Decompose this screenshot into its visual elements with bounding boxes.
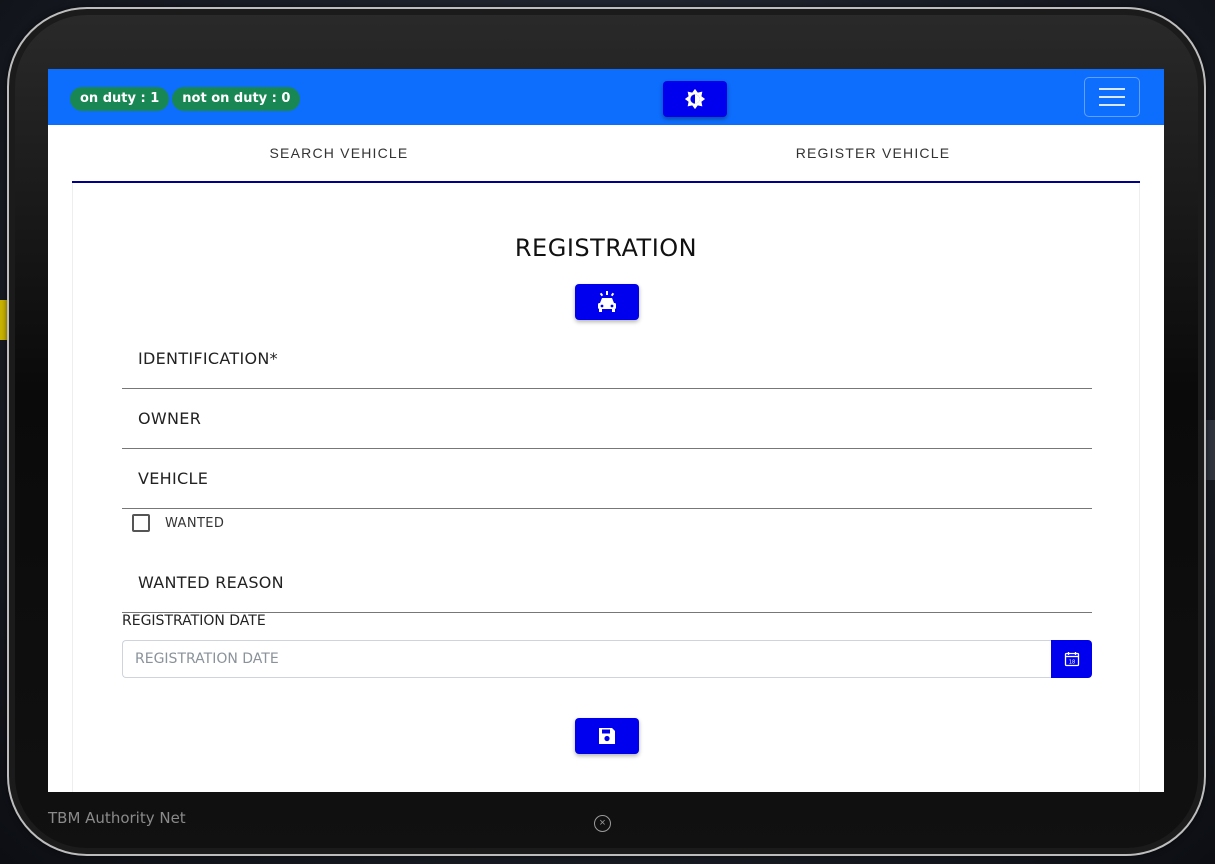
- identification-field[interactable]: IDENTIFICATION*: [122, 329, 1092, 389]
- wanted-label: WANTED: [165, 515, 225, 531]
- registration-date-group: REGISTRATION DATE 18: [122, 640, 1092, 678]
- hamburger-icon: [1099, 104, 1125, 106]
- save-button[interactable]: [575, 718, 639, 754]
- save-icon: [599, 728, 615, 744]
- registration-date-label: REGISTRATION DATE: [122, 613, 266, 629]
- vehicle-field[interactable]: VEHICLE: [122, 449, 1092, 509]
- not-on-duty-badge: not on duty : 0: [172, 87, 301, 111]
- police-car-icon: [598, 291, 616, 312]
- wanted-reason-input[interactable]: WANTED REASON: [138, 553, 1076, 612]
- close-circle-icon[interactable]: ×: [594, 815, 611, 832]
- vehicle-input[interactable]: VEHICLE: [138, 449, 1076, 508]
- vehicle-tabs: SEARCH VEHICLE REGISTER VEHICLE: [72, 125, 1140, 183]
- svg-text:18: 18: [1068, 660, 1074, 666]
- registration-date-input[interactable]: REGISTRATION DATE: [122, 640, 1051, 678]
- top-navbar: on duty : 1 not on duty : 0: [48, 69, 1164, 125]
- registration-card: REGISTRATION IDENTIFICATION* OWNER VEHIC…: [72, 183, 1140, 792]
- owner-field[interactable]: OWNER: [122, 389, 1092, 449]
- calendar-icon: 18: [1064, 652, 1079, 667]
- identification-input[interactable]: IDENTIFICATION*: [138, 329, 1076, 388]
- background-decor: [1206, 420, 1215, 480]
- on-duty-badge: on duty : 1: [70, 87, 170, 111]
- app-screen: on duty : 1 not on duty : 0 SEARCH VEHIC…: [48, 69, 1164, 792]
- menu-toggle-button[interactable]: [1084, 77, 1140, 117]
- duty-status: on duty : 1 not on duty : 0: [70, 87, 301, 111]
- brightness-icon: [684, 88, 706, 110]
- owner-input[interactable]: OWNER: [138, 389, 1076, 448]
- wanted-checkbox-row: WANTED: [132, 514, 224, 532]
- tab-search-vehicle[interactable]: SEARCH VEHICLE: [72, 125, 606, 181]
- wanted-reason-field[interactable]: WANTED REASON: [122, 553, 1092, 613]
- hamburger-icon: [1099, 96, 1125, 98]
- page-title: REGISTRATION: [514, 234, 698, 262]
- hamburger-icon: [1099, 88, 1125, 90]
- calendar-button[interactable]: 18: [1051, 640, 1092, 678]
- theme-toggle-button[interactable]: [663, 81, 727, 117]
- tab-register-vehicle[interactable]: REGISTER VEHICLE: [606, 125, 1140, 181]
- vehicle-icon-button[interactable]: [575, 284, 639, 320]
- wanted-checkbox[interactable]: [132, 514, 150, 532]
- footer-brand: TBM Authority Net: [48, 809, 186, 827]
